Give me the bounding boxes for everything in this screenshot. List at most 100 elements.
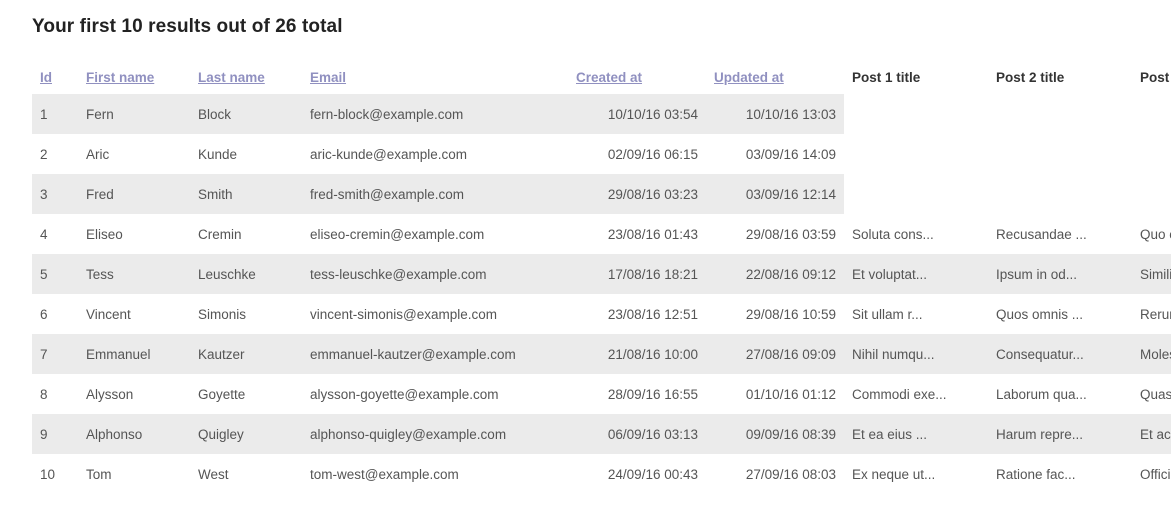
cell-first: Alysson <box>78 374 190 414</box>
table-row[interactable]: 6 Vincent Simonis vincent-simonis@example.c… <box>32 294 1171 334</box>
table-head: Id First name Last name Email Created at Upda… <box>32 62 1171 94</box>
cell-updated: 09/09/16 08:39 <box>706 414 844 454</box>
cell-post3 <box>1132 174 1171 214</box>
cell-last: Kautzer <box>190 334 302 374</box>
cell-post1: Et ea eius ... <box>844 414 988 454</box>
cell-last: Goyette <box>190 374 302 414</box>
cell-first: Tess <box>78 254 190 294</box>
cell-post2: Recusandae ... <box>988 214 1132 254</box>
cell-email: tess-leuschke@example.com <box>302 254 568 294</box>
sort-link-email[interactable]: Email <box>310 70 346 85</box>
table-row[interactable]: 10 Tom West tom-west@example.com 24/09/16 00… <box>32 454 1171 494</box>
cell-first: Aric <box>78 134 190 174</box>
cell-updated: 27/08/16 09:09 <box>706 334 844 374</box>
results-page: Your first 10 results out of 26 total Id… <box>0 0 1171 527</box>
table-row[interactable]: 1 Fern Block fern-block@example.com 10/10/16… <box>32 94 1171 134</box>
cell-created: 23/08/16 01:43 <box>568 214 706 254</box>
cell-post1 <box>844 94 988 134</box>
cell-post1 <box>844 174 988 214</box>
table-row[interactable]: 4 Eliseo Cremin eliseo-cremin@example.com 23… <box>32 214 1171 254</box>
cell-email: alysson-goyette@example.com <box>302 374 568 414</box>
cell-last: Block <box>190 94 302 134</box>
sort-link-updated[interactable]: Updated at <box>714 70 784 85</box>
cell-id: 2 <box>32 134 78 174</box>
cell-post1: Ex neque ut... <box>844 454 988 494</box>
cell-post3 <box>1132 94 1171 134</box>
cell-id: 1 <box>32 94 78 134</box>
cell-updated: 29/08/16 10:59 <box>706 294 844 334</box>
table-row[interactable]: 7 Emmanuel Kautzer emmanuel-kautzer@example… <box>32 334 1171 374</box>
cell-post3: Officia vol... <box>1132 454 1171 494</box>
cell-post1: Commodi exe... <box>844 374 988 414</box>
table-row[interactable]: 5 Tess Leuschke tess-leuschke@example.com 17… <box>32 254 1171 294</box>
cell-updated: 03/09/16 14:09 <box>706 134 844 174</box>
sort-link-created[interactable]: Created at <box>576 70 642 85</box>
cell-created: 10/10/16 03:54 <box>568 94 706 134</box>
cell-updated: 03/09/16 12:14 <box>706 174 844 214</box>
column-header-post1: Post 1 title <box>852 70 921 85</box>
page-title: Your first 10 results out of 26 total <box>32 16 343 37</box>
cell-id: 3 <box>32 174 78 214</box>
cell-last: Kunde <box>190 134 302 174</box>
cell-last: Smith <box>190 174 302 214</box>
cell-post2: Ratione fac... <box>988 454 1132 494</box>
cell-post1 <box>844 134 988 174</box>
cell-post2: Consequatur... <box>988 334 1132 374</box>
cell-email: fern-block@example.com <box>302 94 568 134</box>
cell-post3: Similique i... <box>1132 254 1171 294</box>
cell-post1: Soluta cons... <box>844 214 988 254</box>
cell-updated: 22/08/16 09:12 <box>706 254 844 294</box>
column-header-last[interactable]: Last name <box>190 62 302 94</box>
column-header-post2: Post 2 title <box>996 70 1065 85</box>
sort-link-id[interactable]: Id <box>40 70 52 85</box>
cell-created: 02/09/16 06:15 <box>568 134 706 174</box>
cell-email: alphonso-quigley@example.com <box>302 414 568 454</box>
cell-post3 <box>1132 134 1171 174</box>
table-row[interactable]: 8 Alysson Goyette alysson-goyette@example.c… <box>32 374 1171 414</box>
cell-first: Alphonso <box>78 414 190 454</box>
cell-created: 23/08/16 12:51 <box>568 294 706 334</box>
cell-email: emmanuel-kautzer@example.com <box>302 334 568 374</box>
cell-first: Eliseo <box>78 214 190 254</box>
results-table-wrapper: Id First name Last name Email Created at Upda… <box>32 62 1171 494</box>
column-header-id[interactable]: Id <box>32 62 78 94</box>
cell-first: Emmanuel <box>78 334 190 374</box>
cell-post3: Et accusant... <box>1132 414 1171 454</box>
cell-id: 9 <box>32 414 78 454</box>
cell-post2 <box>988 94 1132 134</box>
cell-post1: Sit ullam r... <box>844 294 988 334</box>
cell-post2 <box>988 134 1132 174</box>
cell-email: vincent-simonis@example.com <box>302 294 568 334</box>
cell-first: Tom <box>78 454 190 494</box>
cell-created: 21/08/16 10:00 <box>568 334 706 374</box>
cell-email: fred-smith@example.com <box>302 174 568 214</box>
cell-email: tom-west@example.com <box>302 454 568 494</box>
cell-created: 24/09/16 00:43 <box>568 454 706 494</box>
table-body: 1 Fern Block fern-block@example.com 10/10/16… <box>32 94 1171 494</box>
column-header-first[interactable]: First name <box>78 62 190 94</box>
cell-created: 17/08/16 18:21 <box>568 254 706 294</box>
cell-post3: Quo odio et... <box>1132 214 1171 254</box>
cell-last: Leuschke <box>190 254 302 294</box>
cell-email: aric-kunde@example.com <box>302 134 568 174</box>
table-row[interactable]: 3 Fred Smith fred-smith@example.com 29/08/16… <box>32 174 1171 214</box>
cell-last: Simonis <box>190 294 302 334</box>
cell-email: eliseo-cremin@example.com <box>302 214 568 254</box>
cell-id: 4 <box>32 214 78 254</box>
cell-id: 5 <box>32 254 78 294</box>
column-header-created[interactable]: Created at <box>568 62 706 94</box>
table-row[interactable]: 9 Alphonso Quigley alphonso-quigley@example… <box>32 414 1171 454</box>
column-header-email[interactable]: Email <box>302 62 568 94</box>
cell-post1: Et voluptat... <box>844 254 988 294</box>
table-header-row: Id First name Last name Email Created at Upda… <box>32 62 1171 94</box>
table-row[interactable]: 2 Aric Kunde aric-kunde@example.com 02/09/16… <box>32 134 1171 174</box>
cell-first: Fred <box>78 174 190 214</box>
sort-link-first[interactable]: First name <box>86 70 154 85</box>
cell-post2: Quos omnis ... <box>988 294 1132 334</box>
column-header-updated[interactable]: Updated at <box>706 62 844 94</box>
cell-last: West <box>190 454 302 494</box>
cell-last: Quigley <box>190 414 302 454</box>
sort-link-last[interactable]: Last name <box>198 70 265 85</box>
column-header-post3: Post 3 title <box>1140 70 1171 85</box>
cell-post2: Ipsum in od... <box>988 254 1132 294</box>
